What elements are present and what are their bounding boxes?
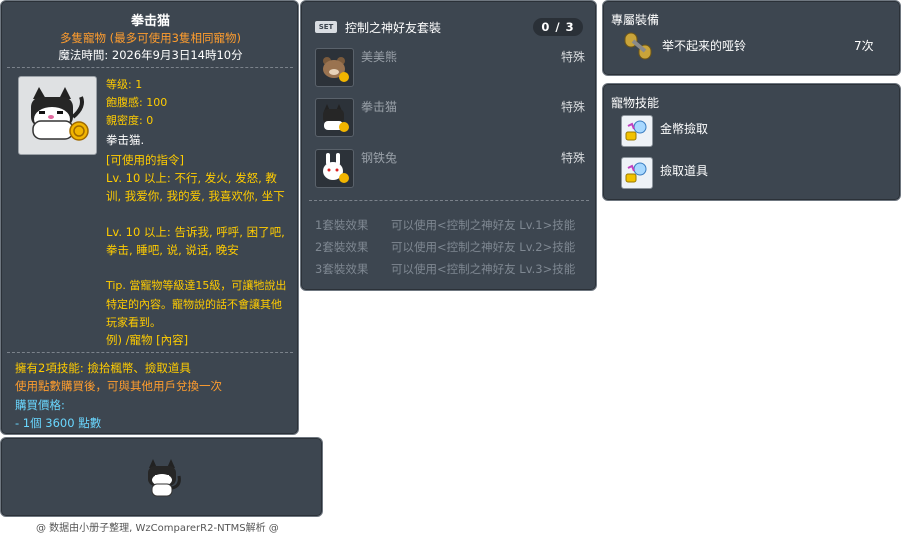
pet-fullness: 飽腹感: 100 [106, 96, 168, 109]
set-badge: SET [315, 21, 337, 33]
divider [7, 352, 293, 353]
set-bonus-effect: 可以使用<控制之神好友 Lv.3>技能 [391, 262, 576, 276]
cat-icon [315, 98, 354, 137]
set-bonus: 1套裝效果 可以使用<控制之神好友 Lv.1>技能 [315, 217, 585, 233]
exchange-note: 使用點數購買後，可與其他用戶兌換一次 [15, 379, 222, 393]
skill-name: 撿取道具 [660, 164, 709, 178]
exclusive-equip-panel: 專屬裝備 举不起来的哑铃 7次 [602, 0, 901, 76]
commands-header: [可使用的指令] [106, 153, 184, 167]
coin-pickup-icon[interactable] [621, 115, 653, 147]
rabbit-icon [315, 149, 354, 188]
pet-sprite [141, 456, 185, 500]
set-item[interactable]: 拳击猫 特殊 [315, 98, 585, 138]
item-pickup-icon[interactable] [621, 157, 653, 189]
pet-description: 拳击猫. [106, 133, 145, 147]
pet-level: 等级: 1 [106, 78, 143, 91]
skills-summary: 擁有2項技能: 撿拾楓幣、撿取道具 [15, 361, 191, 375]
price-value: - 1個 3600 點數 [15, 416, 102, 430]
equip-name: 举不起来的哑铃 [662, 39, 747, 53]
set-bonus-label: 3套裝效果 [315, 262, 369, 276]
bear-icon [315, 48, 354, 87]
price-label: 購買價格: [15, 398, 65, 412]
set-item-tag: 特殊 [560, 151, 585, 165]
set-bonus-effect: 可以使用<控制之神好友 Lv.1>技能 [391, 218, 576, 232]
equip-count: 7次 [854, 39, 874, 53]
set-count: 0 / 3 [533, 18, 583, 36]
pet-tip: Tip. 當寵物等級達15級，可讓牠說出特定的內容。寵物說的話不會讓其他玩家看到… [106, 279, 287, 329]
set-name: 控制之神好友套裝 [345, 21, 442, 35]
set-item-tag: 特殊 [560, 100, 585, 114]
commands-lv10-a: Lv. 10 以上: 不行, 发火, 发怒, 教训, 我爱你, 我的爱, 我喜欢… [106, 171, 285, 203]
skills-title: 寵物技能 [611, 96, 660, 110]
item-name: 拳击猫 [130, 14, 170, 29]
commands-lv10-b: Lv. 10 以上: 告诉我, 呼呼, 困了吧, 拳击, 睡吧, 说, 说话, … [106, 225, 285, 257]
pet-icon [18, 76, 97, 155]
set-item[interactable]: 钢铁兔 特殊 [315, 149, 585, 189]
expire-time: 魔法時間: 2026年9月3日14時10分 [58, 48, 243, 62]
equip-title: 專屬裝備 [611, 13, 660, 27]
pet-closeness: 親密度: 0 [106, 114, 154, 127]
dumbbell-icon [621, 29, 655, 63]
set-item-name: 钢铁兔 [361, 151, 398, 165]
pet-preview-panel [0, 437, 323, 517]
credits-footer: @ 数据由小册子整理, WzComparerR2-NTMS解析 @ [36, 523, 279, 534]
skill-name: 金幣撿取 [660, 122, 709, 136]
item-tooltip-panel: 拳击猫 多隻寵物 (最多可使用3隻相同寵物) 魔法時間: 2026年9月3日14… [0, 0, 299, 435]
set-bonus-label: 2套裝效果 [315, 240, 369, 254]
pet-skills-panel: 寵物技能 金幣撿取 撿取道具 [602, 83, 901, 201]
set-bonus: 2套裝效果 可以使用<控制之神好友 Lv.2>技能 [315, 239, 585, 255]
set-item-name: 美美熊 [361, 50, 398, 64]
set-bonus-label: 1套裝效果 [315, 218, 369, 232]
divider [7, 67, 293, 68]
set-item-name: 拳击猫 [361, 100, 398, 114]
set-item[interactable]: 美美熊 特殊 [315, 48, 585, 88]
pet-example: 例) /寵物 [內容] [106, 333, 189, 347]
set-item-tag: 特殊 [560, 50, 585, 64]
set-panel: SET 控制之神好友套裝 0 / 3 美美熊 特殊 拳击猫 特殊 钢铁兔 特殊 … [300, 0, 597, 291]
item-subtitle: 多隻寵物 (最多可使用3隻相同寵物) [60, 31, 241, 45]
divider [309, 200, 589, 201]
set-bonus: 3套裝效果 可以使用<控制之神好友 Lv.3>技能 [315, 261, 585, 277]
set-bonus-effect: 可以使用<控制之神好友 Lv.2>技能 [391, 240, 576, 254]
